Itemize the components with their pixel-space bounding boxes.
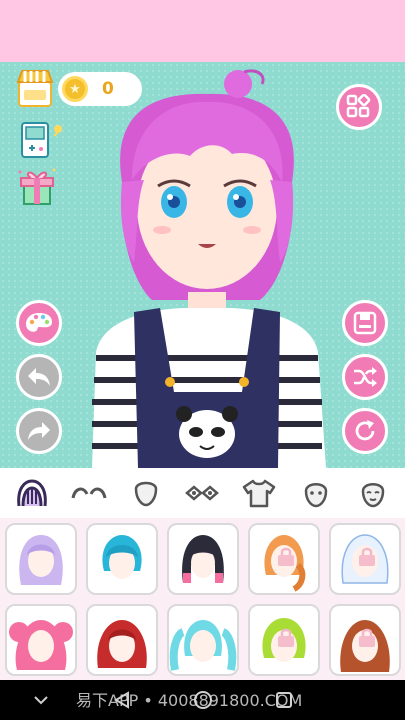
avatar-stage: ★ 0 bbox=[0, 62, 405, 468]
expression-icon bbox=[361, 483, 384, 508]
shuffle-icon bbox=[354, 367, 377, 387]
palette-icon bbox=[26, 313, 52, 332]
nav-home-button[interactable] bbox=[183, 680, 223, 720]
lock-icon bbox=[359, 547, 375, 566]
refresh-icon bbox=[355, 420, 375, 441]
lock-icon bbox=[278, 628, 294, 647]
lock-icon bbox=[359, 628, 375, 647]
category-face[interactable] bbox=[296, 473, 336, 513]
hair-thumbnail bbox=[182, 535, 224, 583]
back-triangle-icon bbox=[113, 691, 129, 709]
category-eyes[interactable] bbox=[182, 473, 222, 513]
home-circle-icon bbox=[193, 691, 212, 709]
hair-item[interactable] bbox=[86, 604, 158, 676]
redo-button[interactable] bbox=[16, 408, 62, 454]
nav-back-button[interactable] bbox=[102, 680, 142, 720]
category-bar bbox=[0, 468, 405, 518]
gallery-button[interactable] bbox=[336, 84, 382, 130]
grid-icon bbox=[346, 94, 371, 118]
face-icon bbox=[304, 483, 328, 508]
gameboy-icon[interactable] bbox=[18, 120, 64, 160]
recents-square-icon bbox=[275, 692, 292, 708]
system-nav-bar bbox=[0, 680, 405, 720]
hair-item[interactable] bbox=[248, 523, 320, 595]
category-top-clothing[interactable] bbox=[239, 473, 279, 513]
chevron-down-icon bbox=[33, 696, 48, 705]
palette-button[interactable] bbox=[16, 300, 62, 346]
hair-item[interactable] bbox=[329, 523, 401, 595]
hair-item[interactable] bbox=[167, 523, 239, 595]
eyebrows-icon bbox=[71, 487, 107, 499]
category-expression[interactable] bbox=[353, 473, 393, 513]
eyes-icon bbox=[185, 485, 220, 501]
face-shape-icon bbox=[134, 481, 158, 507]
tshirt-icon bbox=[242, 479, 276, 508]
save-button[interactable] bbox=[342, 300, 388, 346]
hair-item[interactable] bbox=[248, 604, 320, 676]
hair-item[interactable] bbox=[5, 523, 77, 595]
hair-thumbnail bbox=[169, 620, 237, 671]
lock-icon bbox=[278, 547, 294, 566]
hair-item[interactable] bbox=[5, 604, 77, 676]
top-banner bbox=[0, 0, 405, 62]
shop-icon[interactable] bbox=[16, 68, 54, 108]
category-eyebrows[interactable] bbox=[69, 473, 109, 513]
hair-item[interactable] bbox=[329, 604, 401, 676]
reset-button[interactable] bbox=[342, 408, 388, 454]
nav-recents-button[interactable] bbox=[264, 680, 304, 720]
undo-button[interactable] bbox=[16, 354, 62, 400]
hair-item-grid bbox=[0, 518, 405, 680]
avatar-character bbox=[92, 69, 326, 468]
gift-icon[interactable] bbox=[16, 166, 58, 206]
hair-thumbnail bbox=[97, 620, 147, 668]
hair-item[interactable] bbox=[86, 523, 158, 595]
hair-thumbnail bbox=[102, 535, 142, 579]
save-icon bbox=[353, 311, 377, 335]
undo-icon bbox=[28, 368, 50, 386]
shuffle-button[interactable] bbox=[342, 354, 388, 400]
category-hair-style[interactable] bbox=[12, 473, 52, 513]
redo-icon bbox=[28, 422, 50, 440]
hair-item[interactable] bbox=[167, 604, 239, 676]
nav-hide-button[interactable] bbox=[21, 680, 61, 720]
hair-icon bbox=[17, 479, 48, 507]
category-face-shape[interactable] bbox=[126, 473, 166, 513]
hair-thumbnail bbox=[9, 620, 73, 670]
hair-thumbnail bbox=[19, 535, 63, 585]
